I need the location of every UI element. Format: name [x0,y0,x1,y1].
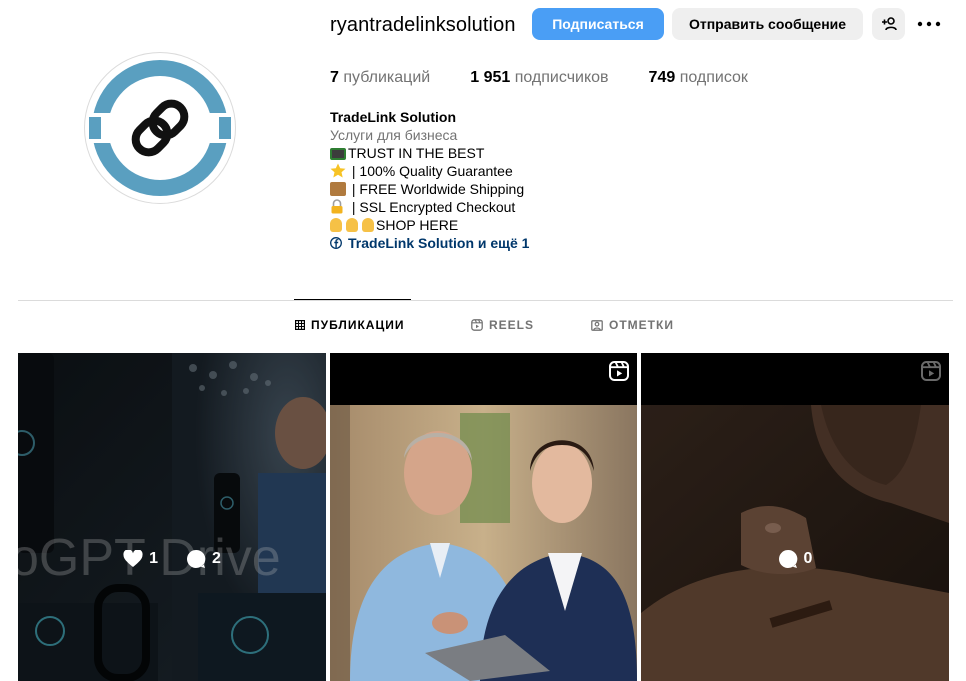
star-emoji-icon [330,163,346,178]
grid-icon [295,320,305,330]
profile-username: ryantradelinksolution [330,14,516,36]
post-tile-3[interactable]: 0 [641,353,949,681]
bio-line-2-text: | 100% Quality Guarantee [348,163,513,179]
posts-count-value: 7 [330,69,339,86]
post-1-hover-overlay [18,353,326,681]
post-3-reel-badge [921,361,941,386]
post-1-comments: 2 [186,549,221,569]
send-message-button[interactable]: Отправить сообщение [672,8,863,40]
bio-line-5: SHOP HERE [330,216,529,234]
post-tile-1[interactable]: oGPT Drive 1 2 [18,353,326,681]
post-2-reel-badge [609,361,629,386]
bio-line-3: | FREE Worldwide Shipping [330,180,529,198]
reel-badge-icon [921,361,941,381]
post-1-comments-count: 2 [212,550,221,567]
profile-tabs: ПУБЛИКАЦИИ REELS ОТМЕТКИ [0,318,966,336]
chain-link-logo-icon [87,60,233,196]
more-options-button[interactable] [916,12,942,36]
post-3-comments: 0 [778,549,813,569]
pointing-down-emoji-icon [346,218,358,232]
pointing-down-emoji-icon [362,218,374,232]
post-1-stats: 1 2 [18,549,326,569]
bio-link-text: TradeLink Solution и ещё 1 [348,235,530,251]
tab-reels-label: REELS [489,318,535,332]
post-1-likes: 1 [123,549,158,569]
bio-line-4: | SSL Encrypted Checkout [330,198,529,216]
facebook-icon [330,237,342,249]
tabs-divider [18,300,953,301]
following-count[interactable]: 749 подписок [649,68,748,88]
bio-line-4-text: | SSL Encrypted Checkout [348,199,516,215]
profile-stats: 7 публикаций 1 951 подписчиков 749 подпи… [330,68,788,88]
reel-badge-icon [609,361,629,381]
comment-icon [778,549,797,568]
profile-category: Услуги для бизнеса [330,127,458,143]
tab-posts-label: ПУБЛИКАЦИИ [311,318,405,332]
lock-emoji-icon [330,199,346,214]
followers-count[interactable]: 1 951 подписчиков [470,68,608,88]
comment-icon [187,549,206,568]
followers-count-value: 1 951 [470,69,511,86]
post-2-image [330,353,637,681]
post-tile-2[interactable] [330,353,637,681]
post-3-hover-overlay [641,353,949,681]
package-emoji-icon [330,182,346,196]
active-tab-indicator [294,299,411,300]
profile-full-name: TradeLink Solution [330,109,457,125]
bio-line-1: TRUST IN THE BEST [330,144,529,162]
followers-count-label: подписчиков [514,69,609,86]
bio-line-2: | 100% Quality Guarantee [330,162,529,180]
following-count-label: подписок [679,69,748,86]
profile-bio: TradeLink Solution Услуги для бизнеса TR… [330,108,529,252]
post-1-likes-count: 1 [149,550,158,567]
tab-tagged[interactable]: ОТМЕТКИ [591,318,674,332]
post-3-stats: 0 [641,549,949,569]
posts-count: 7 публикаций [330,68,430,88]
tab-reels[interactable]: REELS [471,318,534,332]
post-3-comments-count: 0 [803,550,813,567]
tab-posts[interactable]: ПУБЛИКАЦИИ [295,318,404,332]
bio-line-3-text: | FREE Worldwide Shipping [348,181,525,197]
more-dots-icon [917,21,941,27]
reels-icon [471,319,483,331]
pager-emoji-icon [330,148,346,160]
suggested-users-button[interactable] [872,8,905,40]
following-count-value: 749 [648,69,676,86]
profile-avatar[interactable] [84,52,236,204]
bio-line-5-text: SHOP HERE [376,217,459,233]
add-user-icon [881,17,897,31]
tab-tagged-label: ОТМЕТКИ [609,318,674,332]
posts-count-label: публикаций [343,69,431,86]
bio-external-link[interactable]: TradeLink Solution и ещё 1 [330,234,529,252]
bio-line-1-text: TRUST IN THE BEST [348,145,485,161]
follow-button[interactable]: Подписаться [532,8,664,40]
pointing-down-emoji-icon [330,218,342,232]
heart-icon [123,550,143,567]
tagged-icon [591,320,603,331]
